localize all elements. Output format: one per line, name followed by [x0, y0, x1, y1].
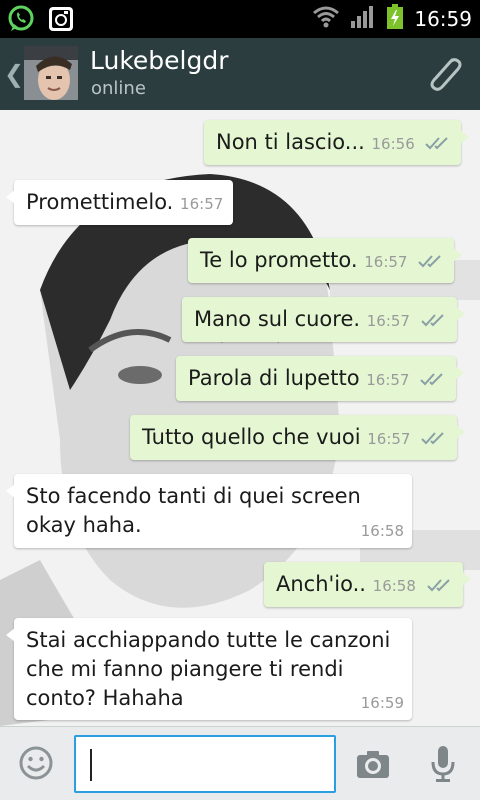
read-ticks-icon	[418, 255, 441, 268]
camera-icon[interactable]	[356, 749, 390, 779]
message-input-bar	[0, 726, 480, 800]
message-time: 16:57	[366, 371, 410, 389]
message-bubble-incoming[interactable]: Promettimelo. 16:57	[5, 180, 234, 225]
wifi-icon	[312, 5, 340, 33]
message-text: Mano sul cuore.	[194, 307, 361, 331]
message-time: 16:56	[371, 135, 415, 153]
message-text-line: Sto facendo tanti di quei screen	[26, 484, 361, 508]
message-bubble-outgoing[interactable]: Mano sul cuore. 16:57	[182, 297, 465, 342]
message-bubble-outgoing[interactable]: Tutto quello che vuoi 16:57	[130, 415, 466, 460]
message-text: Non ti lascio...	[216, 130, 365, 154]
message-text: Te lo prometto.	[200, 248, 358, 272]
read-ticks-icon	[420, 314, 444, 327]
message-time: 16:59	[360, 694, 404, 712]
status-time: 16:59	[414, 7, 472, 31]
contact-status: online	[91, 78, 146, 99]
message-time: 16:58	[372, 577, 416, 595]
message-input[interactable]	[74, 735, 336, 793]
message-bubble-incoming[interactable]: Stai acchiappando tutte le canzoni che m…	[6, 618, 412, 720]
instagram-icon	[46, 4, 76, 34]
message-text-line: okay haha.	[26, 513, 142, 537]
message-time: 16:57	[366, 312, 410, 330]
message-bubble-outgoing[interactable]: Parola di lupetto 16:57	[176, 356, 465, 401]
message-text: Tutto quello che vuoi	[142, 425, 361, 449]
attach-paperclip-icon[interactable]	[422, 52, 466, 96]
avatar[interactable]	[24, 46, 78, 100]
message-bubble-outgoing[interactable]: Te lo prometto. 16:57	[188, 238, 463, 283]
chat-area[interactable]: Non ti lascio... 16:56 Promettimelo. 16:…	[0, 110, 480, 726]
battery-charging-icon	[386, 4, 404, 34]
message-time: 16:57	[180, 195, 224, 213]
message-text: Anch'io..	[276, 572, 366, 596]
message-text: Promettimelo.	[26, 190, 174, 214]
back-chevron-icon[interactable]: ❮	[4, 60, 24, 88]
message-time: 16:57	[364, 253, 408, 271]
microphone-icon[interactable]	[430, 745, 456, 783]
whatsapp-icon	[6, 4, 36, 34]
contact-name[interactable]: Lukebelgdr	[90, 46, 229, 75]
message-text: Parola di lupetto	[188, 366, 360, 390]
text-cursor	[90, 749, 92, 781]
message-text-line: Stai acchiappando tutte le canzoni	[26, 628, 391, 652]
chat-header: ❮ Lukebelgdr online	[0, 38, 480, 110]
message-text-line: che mi fanno piangere ti rendi	[26, 657, 344, 681]
message-bubble-incoming[interactable]: Sto facendo tanti di quei screen okay ha…	[6, 474, 412, 548]
signal-icon	[350, 5, 376, 33]
read-ticks-icon	[426, 579, 450, 592]
message-time: 16:57	[367, 430, 411, 448]
read-ticks-icon	[425, 137, 449, 150]
message-bubble-outgoing[interactable]: Non ti lascio... 16:56	[204, 120, 470, 165]
emoji-icon[interactable]	[18, 745, 54, 781]
status-bar: 16:59	[0, 0, 480, 38]
message-time: 16:58	[360, 522, 404, 540]
message-bubble-outgoing[interactable]: Anch'io.. 16:58	[264, 562, 471, 607]
read-ticks-icon	[420, 373, 443, 386]
message-text-line: conto? Hahaha	[26, 686, 184, 710]
read-ticks-icon	[421, 432, 444, 445]
